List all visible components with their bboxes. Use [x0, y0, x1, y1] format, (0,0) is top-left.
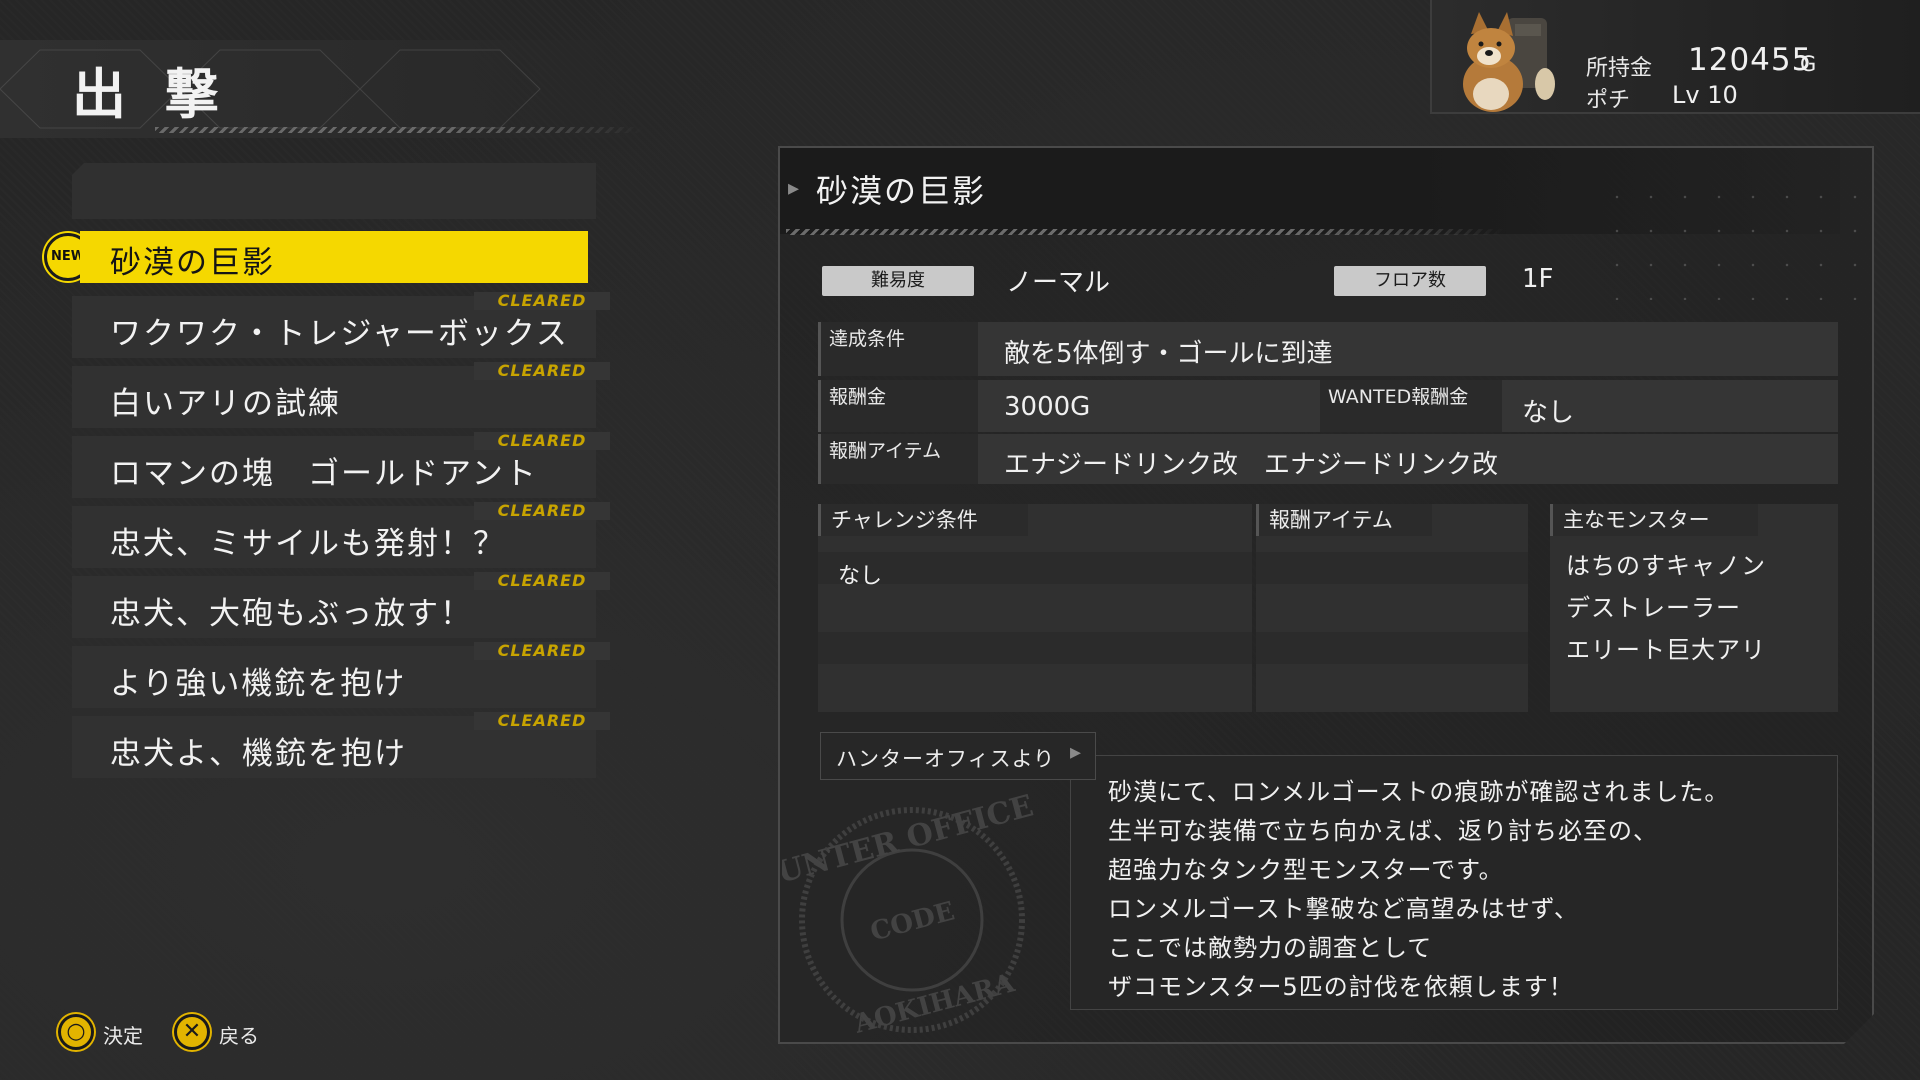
monster-name: エリート巨大アリ [1566, 636, 1766, 664]
stamp-text-top: HUNTER OFFICE [782, 790, 1037, 898]
cleared-tag: CLEARED [474, 362, 610, 380]
table-stripe [1256, 632, 1528, 664]
mission-item[interactable]: より強い機銃を抱け CLEARED [72, 642, 610, 708]
chevron-right-icon: ▸ [1070, 740, 1082, 765]
reward-items-value: エナジードリンク改 エナジードリンク改 [1004, 450, 1499, 480]
dot-grid-decoration [1600, 180, 1860, 300]
mission-item[interactable]: 白いアリの試練 CLEARED [72, 362, 610, 428]
back-label: 戻る [219, 1024, 259, 1048]
mission-item[interactable]: ワクワク・トレジャーボックス CLEARED [72, 292, 610, 358]
mission-item[interactable]: 忠犬よ、機銃を抱け CLEARED [72, 712, 610, 778]
money-unit: G [1800, 52, 1817, 76]
confirm-label: 決定 [103, 1024, 143, 1048]
money-value: 120455 [1688, 42, 1813, 78]
mission-item[interactable]: 忠犬、大砲もぶっ放す！ CLEARED [72, 572, 610, 638]
page-title: 出 撃 [72, 63, 229, 126]
cleared-tag: CLEARED [474, 572, 610, 590]
chevron-right-icon: ▸ [788, 176, 800, 201]
wanted-value: なし [1522, 398, 1575, 428]
reward-items-label: 報酬アイテム [818, 434, 978, 484]
detail-title: 砂漠の巨影 [816, 172, 987, 210]
monsters-header: 主なモンスター [1550, 504, 1758, 536]
difficulty-value: ノーマル [1006, 268, 1111, 298]
mission-label: 忠犬よ、機銃を抱け [110, 736, 407, 772]
cross-button-icon[interactable]: ✕ [174, 1014, 210, 1050]
condition-label: 達成条件 [818, 322, 978, 376]
floor-label: フロア数 [1334, 266, 1486, 296]
money-label: 所持金 [1586, 56, 1653, 81]
message-line: ザコモンスター5匹の討伐を依頼します！ [1108, 973, 1574, 1001]
circle-button-icon[interactable]: ○ [58, 1014, 94, 1050]
mission-item[interactable]: 忠犬、ミサイルも発射！？ CLEARED [72, 502, 610, 568]
header-hatch-divider [155, 127, 645, 133]
challenge-reward-header: 報酬アイテム [1256, 504, 1432, 536]
mission-list-header-slab [72, 163, 596, 219]
table-stripe [1256, 552, 1528, 584]
difficulty-label: 難易度 [822, 266, 974, 296]
pet-name: ポチ [1586, 88, 1631, 113]
cleared-tag: CLEARED [474, 292, 610, 310]
title-hatch-divider [786, 229, 1506, 235]
cleared-tag: CLEARED [474, 642, 610, 660]
wanted-label: WANTED報酬金 [1320, 380, 1502, 432]
dog-avatar-icon [1463, 12, 1555, 112]
message-line: 超強力なタンク型モンスターです。 [1108, 856, 1504, 884]
mission-label: 忠犬、大砲もぶっ放す！ [110, 596, 473, 632]
floor-value: 1F [1522, 264, 1554, 294]
message-line: ここでは敵勢力の調査として [1108, 934, 1433, 962]
message-line: 生半可な装備で立ち向かえば、返り討ち必至の、 [1108, 817, 1658, 845]
challenge-value: なし [838, 564, 883, 589]
condition-value: 敵を5体倒す・ゴールに到達 [1004, 339, 1333, 369]
mission-label: より強い機銃を抱け [110, 666, 407, 702]
mission-label: ロマンの塊 ゴールドアント [110, 456, 538, 492]
hunter-office-stamp: HUNTER OFFICE CODE AOKIHARA [782, 790, 1037, 1040]
mission-item-selected[interactable]: 砂漠の巨影 [80, 231, 588, 283]
mission-label: 砂漠の巨影 [110, 245, 275, 281]
table-stripe [818, 552, 1252, 584]
reward-row: 報酬金 WANTED報酬金 [818, 380, 1838, 432]
mission-label: 忠犬、ミサイルも発射！？ [110, 526, 506, 562]
cleared-tag: CLEARED [474, 502, 610, 520]
monster-name: デストレーラー [1566, 594, 1741, 622]
cleared-tag: CLEARED [474, 712, 610, 730]
mission-item[interactable]: ロマンの塊 ゴールドアント CLEARED [72, 432, 610, 498]
cleared-tag: CLEARED [474, 432, 610, 450]
pet-level: Lv 10 [1672, 81, 1738, 109]
office-label: ハンターオフィスより [836, 747, 1056, 771]
reward-value: 3000G [1004, 392, 1091, 422]
stamp-text-mid: CODE [867, 896, 958, 947]
mission-label: ワクワク・トレジャーボックス [110, 316, 569, 352]
table-stripe [818, 632, 1252, 664]
reward-label: 報酬金 [818, 380, 978, 432]
message-line: 砂漠にて、ロンメルゴーストの痕跡が確認されました。 [1108, 778, 1730, 806]
challenge-header: チャレンジ条件 [818, 504, 1028, 536]
message-line: ロンメルゴースト撃破など高望みはせず、 [1108, 895, 1579, 923]
mission-label: 白いアリの試練 [110, 386, 341, 422]
monster-name: はちのすキャノン [1566, 552, 1766, 580]
